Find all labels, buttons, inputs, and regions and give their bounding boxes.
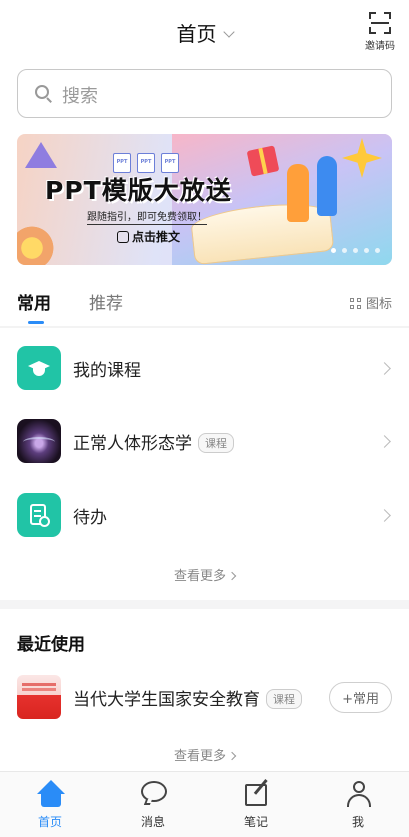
search-input[interactable]: 搜索	[17, 69, 392, 118]
person-illustration	[287, 164, 309, 222]
flower-decoration	[17, 223, 57, 265]
user-icon	[345, 780, 373, 808]
list-item-label: 我的课程	[73, 361, 141, 381]
banner-subtext: 跟随指引，即可免费领取！	[87, 208, 207, 225]
course-thumbnail	[17, 675, 61, 719]
chevron-right-icon	[378, 362, 391, 375]
graduation-cap-icon	[17, 346, 61, 390]
edit-note-icon	[243, 779, 271, 808]
list-item-my-courses[interactable]: 我的课程	[0, 338, 409, 398]
promo-banner[interactable]: PPT PPT PPT PPT模版大放送 跟随指引，即可免费领取！ 点击推文	[17, 134, 392, 265]
banner-cta[interactable]: 点击推文	[117, 228, 180, 245]
invite-code-label: 邀请码	[365, 41, 395, 52]
chevron-right-icon	[227, 751, 237, 761]
tap-icon	[117, 231, 129, 243]
search-icon	[35, 85, 52, 103]
todo-icon	[17, 493, 61, 537]
course-badge: 课程	[198, 433, 234, 453]
person-illustration	[317, 156, 337, 216]
home-icon	[37, 780, 65, 808]
list-item-label: 待办	[73, 508, 107, 528]
carousel-dot[interactable]	[375, 248, 380, 253]
chevron-right-icon	[227, 571, 237, 581]
list-item-course[interactable]: 正常人体形态学 课程	[0, 411, 409, 471]
page-title-dropdown[interactable]: 首页	[0, 18, 409, 47]
nav-notes[interactable]: 笔记	[216, 772, 296, 837]
nav-messages[interactable]: 消息	[113, 772, 193, 837]
chat-bubble-icon	[140, 780, 168, 808]
nav-me[interactable]: 我	[318, 772, 398, 837]
view-more-recent[interactable]: 查看更多	[0, 745, 409, 764]
recent-item[interactable]: 当代大学生国家安全教育 课程 +常用	[0, 667, 409, 727]
scan-icon	[369, 12, 391, 34]
list-item-todo[interactable]: 待办	[0, 485, 409, 545]
course-thumbnail	[17, 419, 61, 463]
ppt-doc-icon: PPT	[137, 153, 155, 173]
carousel-dot[interactable]	[364, 248, 369, 253]
chevron-right-icon	[378, 509, 391, 522]
tab-recommended[interactable]: 推荐	[89, 289, 123, 314]
divider	[0, 326, 409, 328]
triangle-decoration	[25, 142, 57, 168]
chevron-right-icon	[378, 435, 391, 448]
chevron-down-icon	[222, 26, 235, 38]
active-tab-indicator	[28, 321, 44, 324]
carousel-dot[interactable]	[353, 248, 358, 253]
invite-code-button[interactable]: 邀请码	[365, 12, 395, 52]
view-more-common[interactable]: 查看更多	[0, 565, 409, 584]
banner-headline: PPT模版大放送	[45, 176, 232, 205]
top-bar: 首页 邀请码	[0, 0, 409, 62]
section-gap	[0, 600, 409, 609]
list-item-label: 正常人体形态学	[73, 434, 192, 454]
add-to-common-button[interactable]: +常用	[329, 682, 392, 713]
nav-home[interactable]: 首页	[10, 772, 90, 837]
search-placeholder: 搜索	[62, 86, 98, 107]
section-title-recent: 最近使用	[17, 635, 85, 655]
ppt-doc-icon: PPT	[161, 153, 179, 173]
grid-icon	[349, 298, 361, 309]
bottom-nav: 首页 消息 笔记 我	[0, 771, 409, 837]
icon-view-toggle[interactable]: 图标	[349, 293, 392, 312]
ppt-doc-icon: PPT	[113, 153, 131, 173]
carousel-dot[interactable]	[342, 248, 347, 253]
list-item-label: 当代大学生国家安全教育	[73, 690, 260, 710]
tab-bar: 常用 推荐 图标	[0, 285, 409, 329]
carousel-dots[interactable]	[325, 238, 380, 257]
carousel-dot[interactable]	[331, 248, 336, 253]
course-badge: 课程	[266, 689, 302, 709]
tab-common[interactable]: 常用	[17, 289, 51, 314]
page-title: 首页	[176, 22, 217, 46]
ppt-doc-icons: PPT PPT PPT	[113, 148, 185, 173]
